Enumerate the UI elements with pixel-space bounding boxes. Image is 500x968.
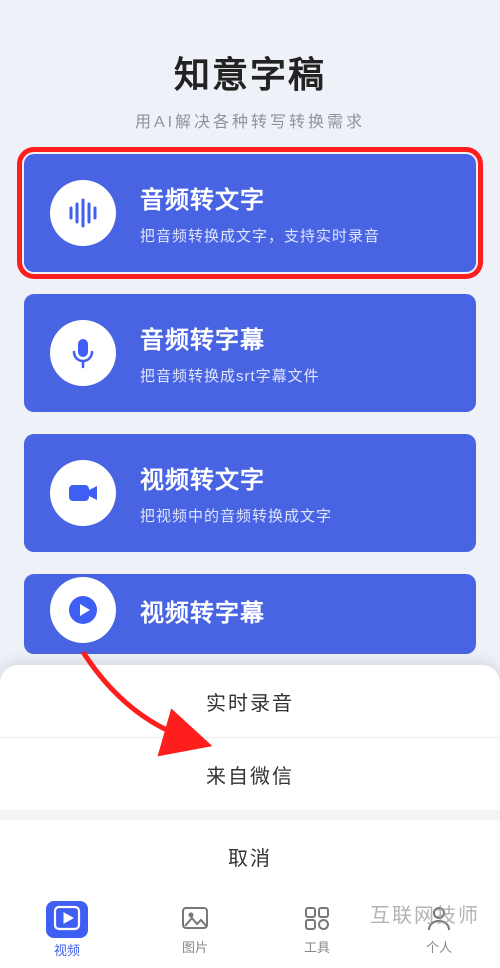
card-title: 音频转文字 [140, 180, 380, 215]
tab-label: 工具 [304, 937, 330, 956]
card-text: 音频转字幕 把音频转换成srt字幕文件 [140, 320, 320, 386]
card-title: 视频转字幕 [140, 593, 265, 628]
play-tab-icon [46, 901, 88, 938]
wave-icon [50, 180, 116, 246]
microphone-icon [50, 320, 116, 386]
tab-tools[interactable]: 工具 [302, 904, 332, 956]
page-subtitle: 用AI解决各种转写转换需求 [0, 108, 500, 132]
sheet-item-from-wechat[interactable]: 来自微信 [0, 738, 500, 810]
card-title: 视频转文字 [140, 460, 332, 495]
card-desc: 把音频转换成文字，支持实时录音 [140, 225, 380, 246]
card-title: 音频转字幕 [140, 320, 320, 355]
person-tab-icon [424, 904, 454, 935]
card-desc: 把音频转换成srt字幕文件 [140, 365, 320, 386]
tab-label: 图片 [182, 937, 208, 956]
card-audio-to-text[interactable]: 音频转文字 把音频转换成文字，支持实时录音 [24, 154, 476, 272]
play-icon [50, 577, 116, 643]
tab-label: 个人 [426, 937, 452, 956]
feature-card-list: 音频转文字 把音频转换成文字，支持实时录音 音频转字幕 把音频转换成srt字幕文… [0, 132, 500, 654]
divider [0, 810, 500, 820]
header: 知意字稿 用AI解决各种转写转换需求 [0, 0, 500, 132]
tab-video[interactable]: 视频 [46, 901, 88, 959]
card-video-to-text[interactable]: 视频转文字 把视频中的音频转换成文字 [24, 434, 476, 552]
card-audio-to-subtitle[interactable]: 音频转字幕 把音频转换成srt字幕文件 [24, 294, 476, 412]
bottom-tab-bar: 视频 图片 工具 个人 [0, 892, 500, 968]
card-text: 视频转文字 把视频中的音频转换成文字 [140, 460, 332, 526]
image-tab-icon [180, 904, 210, 935]
page-title: 知意字稿 [0, 46, 500, 98]
app-screen: 知意字稿 用AI解决各种转写转换需求 音频转文字 把音频转换成文字，支持实时录音 [0, 0, 500, 968]
sheet-cancel[interactable]: 取消 [0, 820, 500, 892]
tab-person[interactable]: 个人 [424, 904, 454, 956]
card-text: 音频转文字 把音频转换成文字，支持实时录音 [140, 180, 380, 246]
tools-tab-icon [302, 904, 332, 935]
card-text: 视频转字幕 [140, 593, 265, 628]
tab-image[interactable]: 图片 [180, 904, 210, 956]
video-icon [50, 460, 116, 526]
card-video-to-subtitle[interactable]: 视频转字幕 [24, 574, 476, 654]
sheet-item-record[interactable]: 实时录音 [0, 665, 500, 737]
tab-label: 视频 [54, 940, 80, 959]
card-desc: 把视频中的音频转换成文字 [140, 505, 332, 526]
